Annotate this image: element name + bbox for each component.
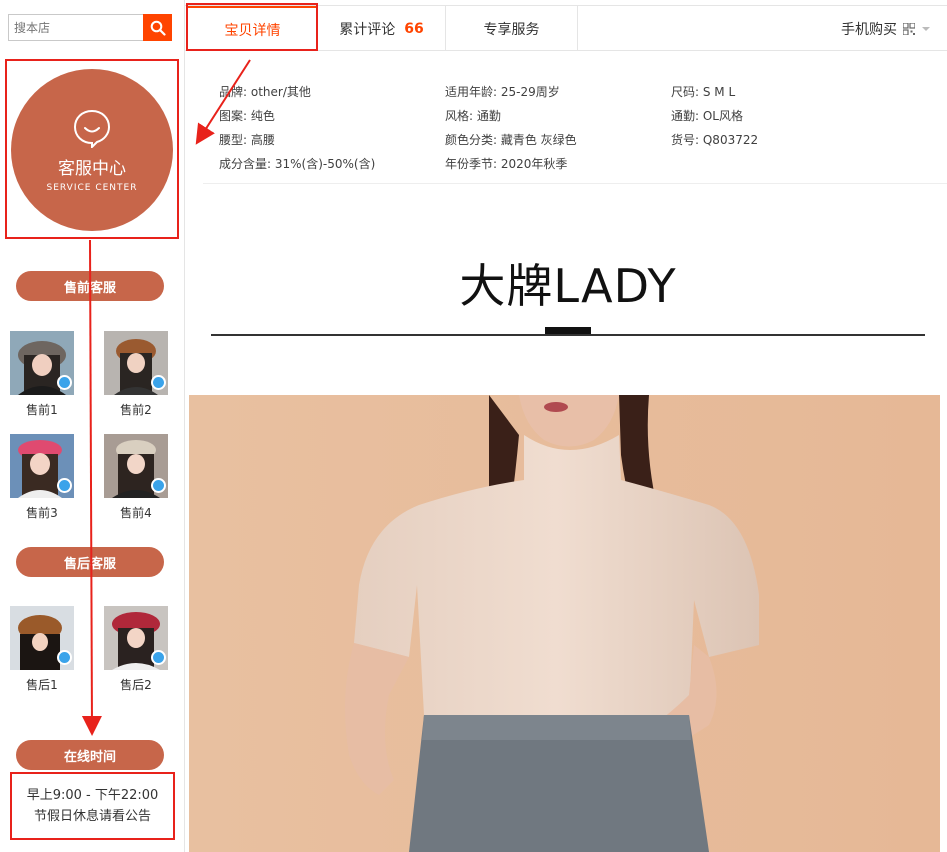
attribute: 适用年龄: 25-29周岁 (445, 85, 560, 99)
qr-code-icon (903, 22, 915, 35)
chevron-down-icon (922, 26, 930, 31)
chat-icon (57, 375, 72, 390)
agent-avatar (10, 434, 74, 498)
agent-name: 售后2 (120, 678, 152, 692)
mobile-buy-label: 手机购买 (841, 21, 897, 38)
attribute: 腰型: 高腰 (219, 133, 275, 147)
agent-avatar (104, 331, 168, 395)
search-button[interactable] (143, 14, 172, 41)
agent-avatar (10, 331, 74, 395)
service-center-badge[interactable]: 客服中心 SERVICE CENTER (11, 69, 173, 231)
attribute: 品牌: other/其他 (219, 85, 311, 99)
service-center-subtitle: SERVICE CENTER (46, 182, 138, 193)
attribute: 图案: 纯色 (219, 109, 275, 123)
chat-icon (57, 478, 72, 493)
attribute: 尺码: S M L (671, 85, 736, 99)
attribute: 货号: Q803722 (671, 133, 759, 147)
presale-agent-1[interactable]: 售前1 (10, 331, 74, 417)
detail-tabbar: 宝贝详情 累计评论 66 专享服务 手机购买 (185, 5, 947, 51)
heading-underline (211, 334, 925, 336)
chat-icon (57, 650, 72, 665)
review-count: 66 (404, 20, 424, 37)
mobile-buy-button[interactable]: 手机购买 (841, 6, 931, 51)
tab-reviews[interactable]: 累计评论 66 (318, 6, 446, 51)
agent-avatar (10, 606, 74, 670)
product-photo (189, 395, 940, 852)
online-hours: 早上9:00 - 下午22:00 (26, 788, 159, 803)
shop-search (8, 14, 172, 41)
service-center-title: 客服中心 (58, 158, 126, 179)
chat-icon (151, 650, 166, 665)
agent-avatar (104, 606, 168, 670)
chat-bubble-icon (73, 109, 111, 148)
agent-name: 售前3 (26, 506, 58, 520)
online-hours-highlight: 早上9:00 - 下午22:00 节假日休息请看公告 (10, 772, 175, 840)
chat-icon (151, 478, 166, 493)
presale-agent-4[interactable]: 售前4 (104, 434, 168, 520)
aftersale-agent-1[interactable]: 售后1 (10, 606, 74, 692)
tab-label: 专享服务 (483, 21, 540, 38)
search-input[interactable] (8, 14, 143, 41)
aftersale-heading: 售后客服 (16, 547, 164, 577)
presale-agent-3[interactable]: 售前3 (10, 434, 74, 520)
holiday-note: 节假日休息请看公告 (33, 809, 151, 824)
heading-accent-bar (545, 327, 591, 334)
agent-name: 售后1 (26, 678, 58, 692)
brand-heading: 大牌LADY (459, 259, 677, 313)
shop-sidebar: 客服中心 SERVICE CENTER 售前客服 售前1 (0, 0, 185, 852)
attribute: 成分含量: 31%(含)-50%(含) (219, 157, 376, 171)
service-center-highlight: 客服中心 SERVICE CENTER (5, 59, 179, 239)
tab-label: 宝贝详情 (224, 22, 281, 39)
attribute: 颜色分类: 藏青色 灰绿色 (445, 133, 577, 147)
shop-page: 客服中心 SERVICE CENTER 售前客服 售前1 (0, 0, 947, 852)
agent-name: 售前1 (26, 403, 58, 417)
agent-name: 售前4 (120, 506, 152, 520)
tab-label: 累计评论 (339, 21, 396, 38)
attribute: 风格: 通勤 (445, 109, 501, 123)
chat-icon (151, 375, 166, 390)
tab-item-details[interactable]: 宝贝详情 (188, 6, 318, 51)
presale-heading: 售前客服 (16, 271, 164, 301)
tab-services[interactable]: 专享服务 (446, 6, 578, 51)
search-icon (150, 20, 166, 36)
agent-avatar (104, 434, 168, 498)
agent-name: 售前2 (120, 403, 152, 417)
aftersale-agent-2[interactable]: 售后2 (104, 606, 168, 692)
online-time-heading: 在线时间 (16, 740, 164, 770)
divider (203, 183, 947, 184)
attribute: 通勤: OL风格 (671, 109, 743, 123)
attribute: 年份季节: 2020年秋季 (445, 157, 568, 171)
presale-agent-2[interactable]: 售前2 (104, 331, 168, 417)
